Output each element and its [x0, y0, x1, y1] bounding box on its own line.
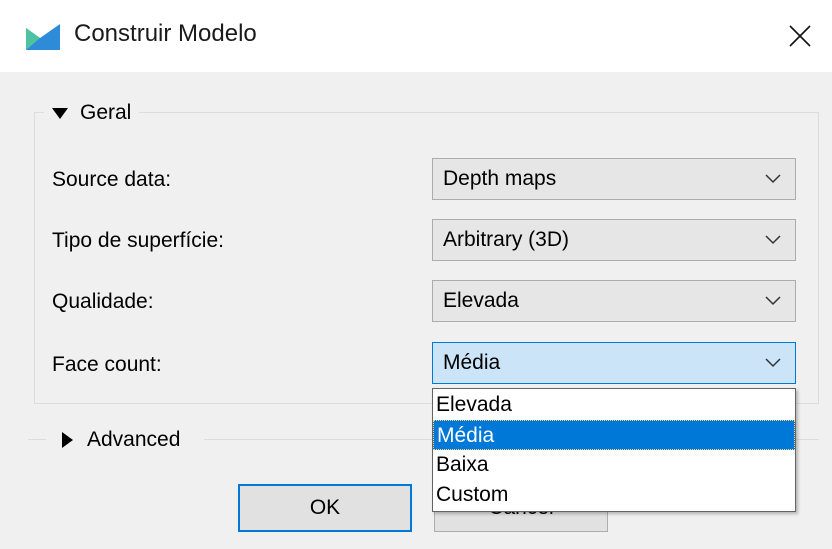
app-icon [26, 24, 60, 50]
dropdown-option-elevada[interactable]: Elevada [433, 390, 795, 420]
advanced-group-header[interactable]: Advanced [54, 424, 189, 456]
advanced-group-label: Advanced [87, 428, 181, 451]
source-data-combo[interactable]: Depth maps [432, 158, 796, 200]
ok-button[interactable]: OK [238, 484, 412, 532]
chevron-down-icon [751, 358, 795, 368]
face-count-dropdown-list: Elevada Média Baixa Custom [432, 388, 796, 512]
source-data-value: Depth maps [443, 167, 557, 190]
quality-combo[interactable]: Elevada [432, 280, 796, 322]
surface-type-value: Arbitrary (3D) [443, 228, 570, 251]
face-count-combo[interactable]: Média [432, 342, 796, 384]
collapsed-triangle-icon [62, 432, 73, 448]
close-icon [789, 25, 811, 47]
advanced-divider-left [28, 439, 46, 440]
surface-type-label: Tipo de superfície: [52, 229, 224, 252]
window-title: Construir Modelo [74, 20, 257, 47]
surface-type-combo[interactable]: Arbitrary (3D) [432, 219, 796, 261]
chevron-down-icon [751, 235, 795, 245]
quality-label: Qualidade: [52, 290, 154, 313]
general-group-header[interactable]: Geral [44, 96, 140, 130]
general-group-label: Geral [80, 101, 132, 124]
chevron-down-icon [751, 174, 795, 184]
face-count-label: Face count: [52, 353, 162, 376]
face-count-value: Média [443, 351, 501, 374]
dropdown-option-baixa[interactable]: Baixa [433, 450, 795, 480]
chevron-down-icon [751, 296, 795, 306]
expand-triangle-icon [52, 107, 68, 119]
title-bar: Construir Modelo [0, 0, 832, 72]
dropdown-option-media[interactable]: Média [433, 420, 795, 450]
quality-value: Elevada [443, 289, 519, 312]
dropdown-option-custom[interactable]: Custom [433, 480, 795, 510]
close-button[interactable] [768, 0, 832, 72]
source-data-label: Source data: [52, 168, 172, 191]
